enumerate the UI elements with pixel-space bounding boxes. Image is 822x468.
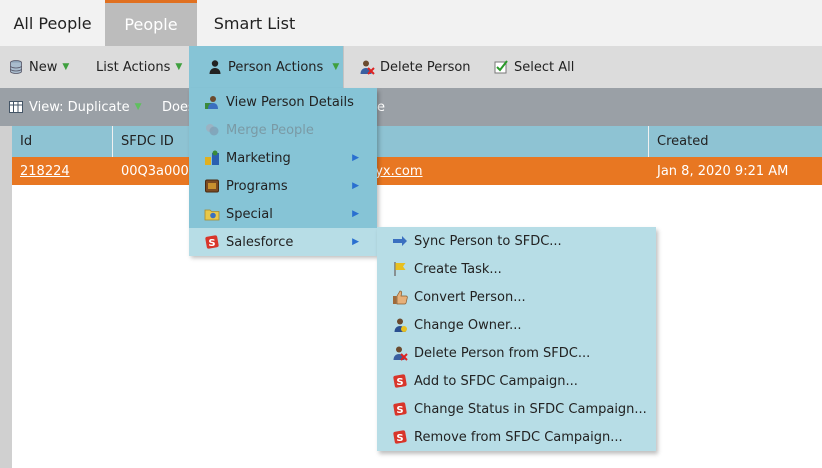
sfdc-id-value: 00Q3a0000: [121, 163, 198, 179]
column-header-created[interactable]: Created: [649, 126, 822, 157]
menu-item-salesforce[interactable]: S Salesforce ▶: [189, 228, 377, 256]
toolbar: New ▼ List Actions ▼ Person Actions ▼ De…: [0, 46, 822, 88]
menu-item-label: View Person Details: [226, 94, 354, 110]
person-actions-menu: View Person Details Merge People Marketi…: [189, 88, 377, 256]
delete-person-icon: [359, 59, 375, 75]
submenu-item-label: Add to SFDC Campaign...: [414, 373, 578, 389]
person-actions-label: Person Actions: [228, 59, 324, 75]
special-icon: [204, 206, 220, 222]
submenu-arrow-icon: ▶: [352, 153, 359, 163]
submenu-item-add-to-campaign[interactable]: S Add to SFDC Campaign...: [377, 367, 656, 395]
submenu-item-sync-person[interactable]: Sync Person to SFDC...: [377, 227, 656, 255]
created-value: Jan 8, 2020 9:21 AM: [657, 163, 789, 179]
submenu-item-label: Create Task...: [414, 261, 502, 277]
table-row[interactable]: 218224 00Q3a0000 nyx.com Jan 8, 2020 9:2…: [12, 157, 822, 185]
submenu-arrow-icon: ▶: [352, 209, 359, 219]
select-all-button[interactable]: Select All: [493, 46, 574, 88]
marketing-icon: [204, 150, 220, 166]
dropdown-caret-icon: ▼: [134, 102, 142, 112]
new-label: New: [29, 59, 58, 75]
grid-header: Id SFDC ID Created: [12, 126, 822, 157]
submenu-item-label: Change Status in SFDC Campaign...: [414, 401, 647, 417]
grid-view-icon: [8, 99, 24, 115]
submenu-item-label: Remove from SFDC Campaign...: [414, 429, 623, 445]
thumbs-up-icon: [392, 289, 408, 305]
tab-people[interactable]: People: [105, 0, 197, 46]
tab-all-people[interactable]: All People: [0, 0, 105, 46]
submenu-item-remove-from-campaign[interactable]: S Remove from SFDC Campaign...: [377, 423, 656, 451]
menu-item-label: Programs: [226, 178, 288, 194]
salesforce-icon: S: [392, 401, 408, 417]
dropdown-caret-icon: ▼: [62, 62, 70, 72]
submenu-item-label: Convert Person...: [414, 289, 526, 305]
dropdown-caret-icon: ▼: [332, 62, 340, 72]
view-selector[interactable]: View: Duplicate ▼: [8, 88, 142, 126]
select-all-label: Select All: [514, 59, 575, 75]
svg-text:S: S: [396, 405, 403, 416]
submenu-item-label: Delete Person from SFDC...: [414, 345, 591, 361]
merge-icon: [204, 122, 220, 138]
tab-bar: All People People Smart List: [0, 0, 822, 46]
sync-arrow-icon: [392, 233, 408, 249]
tab-smart-list[interactable]: Smart List: [197, 0, 312, 46]
menu-item-view-person-details[interactable]: View Person Details: [189, 88, 377, 116]
column-label: Created: [657, 134, 709, 149]
toolbar-divider: [343, 46, 344, 88]
salesforce-icon: S: [204, 234, 220, 250]
tab-label: People: [124, 15, 178, 34]
tab-label: Smart List: [213, 13, 296, 33]
svg-text:S: S: [208, 238, 215, 249]
submenu-item-delete-person-sfdc[interactable]: Delete Person from SFDC...: [377, 339, 656, 367]
submenu-item-change-status-campaign[interactable]: S Change Status in SFDC Campaign...: [377, 395, 656, 423]
view-label: View: Duplicate: [29, 99, 130, 115]
menu-item-label: Salesforce: [226, 234, 294, 250]
salesforce-submenu: Sync Person to SFDC... Create Task... Co…: [377, 227, 656, 451]
list-actions-label: List Actions: [96, 59, 171, 75]
person-id-link[interactable]: 218224: [20, 164, 70, 179]
checkbox-icon: [493, 59, 509, 75]
view-bar: View: Duplicate ▼ Does e: [0, 88, 822, 126]
submenu-item-label: Change Owner...: [414, 317, 522, 333]
new-button[interactable]: New ▼: [8, 46, 69, 88]
person-details-icon: [204, 94, 220, 110]
column-label: SFDC ID: [121, 134, 174, 149]
cell-id[interactable]: 218224: [12, 157, 113, 185]
menu-item-programs[interactable]: Programs ▶: [189, 172, 377, 200]
menu-item-label: Marketing: [226, 150, 291, 166]
menu-item-label: Merge People: [226, 122, 314, 138]
submenu-item-change-owner[interactable]: Change Owner...: [377, 311, 656, 339]
person-actions-button[interactable]: Person Actions ▼: [189, 46, 343, 88]
trailing-label: e: [377, 99, 385, 115]
submenu-item-convert-person[interactable]: Convert Person...: [377, 283, 656, 311]
menu-item-label: Special: [226, 206, 273, 222]
database-icon: [8, 59, 24, 75]
grid-left-strip: [0, 126, 12, 468]
submenu-item-create-task[interactable]: Create Task...: [377, 255, 656, 283]
subbar-trailing-text: e: [377, 88, 385, 126]
column-label: Id: [20, 134, 33, 149]
delete-person-button[interactable]: Delete Person: [359, 46, 471, 88]
menu-item-marketing[interactable]: Marketing ▶: [189, 144, 377, 172]
cell-email[interactable]: nyx.com: [367, 157, 487, 185]
tab-label: All People: [13, 13, 92, 33]
change-owner-icon: [392, 317, 408, 333]
flag-icon: [392, 261, 408, 277]
person-icon: [207, 59, 223, 75]
submenu-arrow-icon: ▶: [352, 237, 359, 247]
salesforce-icon: S: [392, 429, 408, 445]
delete-person-label: Delete Person: [380, 59, 471, 75]
svg-text:S: S: [396, 433, 403, 444]
svg-text:S: S: [396, 377, 403, 388]
column-header-id[interactable]: Id: [12, 126, 113, 157]
programs-icon: [204, 178, 220, 194]
salesforce-icon: S: [392, 373, 408, 389]
cell-created: Jan 8, 2020 9:21 AM: [649, 157, 822, 185]
dropdown-caret-icon: ▼: [175, 62, 183, 72]
menu-item-merge-people: Merge People: [189, 116, 377, 144]
menu-item-special[interactable]: Special ▶: [189, 200, 377, 228]
submenu-item-label: Sync Person to SFDC...: [414, 233, 562, 249]
list-actions-button[interactable]: List Actions ▼: [96, 46, 182, 88]
submenu-arrow-icon: ▶: [352, 181, 359, 191]
delete-person-icon: [392, 345, 408, 361]
